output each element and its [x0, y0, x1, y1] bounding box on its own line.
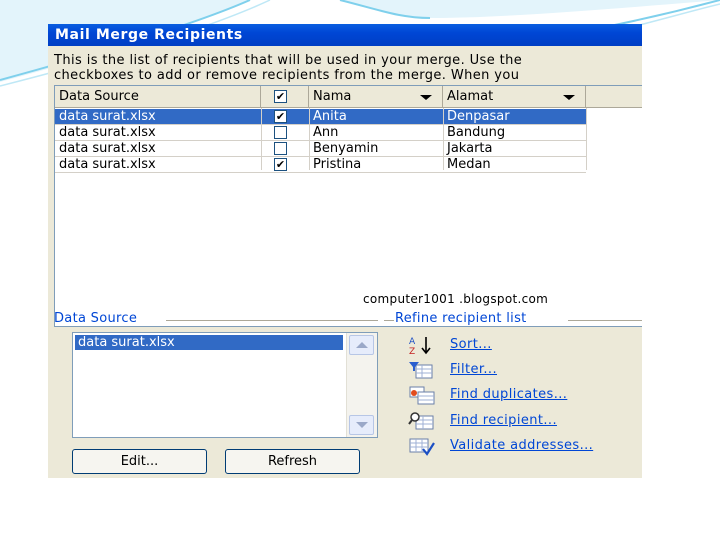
find-duplicates-link[interactable]: Find duplicates... [450, 387, 567, 402]
data-source-list-item[interactable]: data surat.xlsx [75, 335, 343, 350]
find-duplicates-icon [409, 386, 435, 405]
row-divider [55, 156, 586, 157]
sort-az-icon: A Z [409, 337, 431, 355]
recipient-row[interactable]: data surat.xlsx ✔ Anita Denpasar [55, 109, 586, 124]
svg-text:Z: Z [409, 347, 415, 355]
column-header-nama-label: Nama [313, 89, 352, 104]
data-source-listbox[interactable]: data surat.xlsx [72, 332, 378, 438]
refresh-button[interactable]: Refresh [225, 449, 360, 474]
row-divider [55, 124, 586, 125]
row-source: data surat.xlsx [59, 157, 156, 172]
column-header-nama[interactable]: Nama [309, 86, 443, 108]
row-source: data surat.xlsx [59, 125, 156, 140]
row-source: data surat.xlsx [59, 141, 156, 156]
row-divider [55, 140, 586, 141]
include-checkbox[interactable] [274, 142, 287, 155]
filter-icon [409, 362, 433, 379]
recipient-row[interactable]: data surat.xlsx Benyamin Jakarta [55, 141, 586, 156]
row-source: data surat.xlsx [59, 109, 156, 124]
row-alamat: Jakarta [447, 141, 493, 156]
refine-section-label: Refine recipient list [395, 311, 527, 326]
sort-dropdown-arrow-icon[interactable] [420, 95, 432, 100]
recipient-row[interactable]: data surat.xlsx Ann Bandung [55, 125, 586, 140]
instructions-line-1: This is the list of recipients that will… [54, 53, 523, 68]
column-header-data-source-label: Data Source [59, 89, 139, 104]
validate-addresses-link[interactable]: Validate addresses... [450, 438, 593, 453]
listbox-scrollbar[interactable] [346, 333, 377, 437]
column-divider [586, 108, 587, 170]
select-all-checkbox[interactable]: ✔ [274, 90, 287, 103]
row-alamat: Medan [447, 157, 491, 172]
include-checkbox[interactable] [274, 126, 287, 139]
recipients-grid: Data Source ✔ Nama Alamat data surat.xls… [54, 85, 642, 327]
mail-merge-recipients-dialog: Mail Merge Recipients This is the list o… [48, 24, 642, 478]
scroll-up-arrow-icon [356, 342, 368, 348]
column-header-alamat-label: Alamat [447, 89, 494, 104]
edit-button[interactable]: Edit... [72, 449, 207, 474]
row-alamat: Denpasar [447, 109, 510, 124]
find-recipient-link[interactable]: Find recipient... [450, 413, 557, 428]
scroll-down-button[interactable] [349, 415, 374, 435]
dialog-instructions: This is the list of recipients that will… [54, 53, 642, 83]
row-divider [55, 172, 586, 173]
row-nama: Ann [313, 125, 339, 140]
include-checkbox[interactable]: ✔ [274, 110, 287, 123]
instructions-line-2: checkboxes to add or remove recipients f… [54, 68, 520, 83]
column-header-empty [586, 86, 642, 108]
dialog-title: Mail Merge Recipients [48, 24, 642, 46]
row-nama: Pristina [313, 157, 362, 172]
column-header-checkbox[interactable]: ✔ [261, 86, 309, 108]
section-separator [568, 320, 642, 321]
row-nama: Benyamin [313, 141, 379, 156]
filter-link[interactable]: Filter... [450, 362, 497, 377]
column-divider [443, 108, 444, 170]
column-header-data-source[interactable]: Data Source [55, 86, 261, 108]
column-divider [261, 108, 262, 170]
scroll-up-button[interactable] [349, 335, 374, 355]
validate-addresses-icon [409, 438, 435, 456]
sort-link[interactable]: Sort... [450, 337, 492, 352]
scroll-down-arrow-icon [356, 422, 368, 428]
find-recipient-icon [408, 412, 434, 430]
sort-dropdown-arrow-icon[interactable] [563, 95, 575, 100]
section-separator [384, 320, 394, 321]
row-alamat: Bandung [447, 125, 506, 140]
column-divider [309, 108, 310, 170]
svg-text:A: A [409, 337, 416, 347]
section-separator [166, 320, 378, 321]
watermark-text: computer1001 .blogspot.com [363, 292, 549, 306]
row-nama: Anita [313, 109, 347, 124]
include-checkbox[interactable]: ✔ [274, 158, 287, 171]
recipient-row[interactable]: data surat.xlsx ✔ Pristina Medan [55, 157, 586, 172]
column-header-alamat[interactable]: Alamat [443, 86, 586, 108]
data-source-section-label: Data Source [54, 311, 138, 326]
